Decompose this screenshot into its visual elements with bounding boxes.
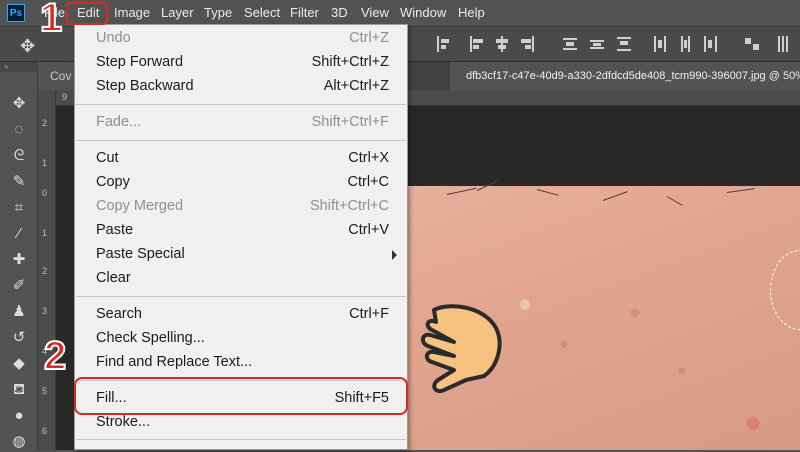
menu-item-paste-special[interactable]: Paste Special: [75, 244, 407, 266]
step-2-label: 2: [43, 333, 67, 379]
healing-brush-icon[interactable]: ✚: [9, 250, 29, 270]
menu-item-undo[interactable]: Undo Ctrl+Z: [75, 28, 407, 50]
brush-icon[interactable]: ✐: [9, 276, 29, 296]
distribute-bottom-icon[interactable]: [617, 36, 631, 52]
ruler-label: 1: [42, 158, 48, 168]
ruler-label: 2: [42, 266, 48, 276]
menu-item-copy[interactable]: Copy Ctrl+C: [75, 172, 407, 194]
menu-item-step-backward[interactable]: Step Backward Alt+Ctrl+Z: [75, 76, 407, 98]
paint-bucket-icon[interactable]: ⛾: [9, 380, 29, 400]
menu-3d[interactable]: 3D: [331, 5, 348, 20]
ruler-label: 6: [42, 426, 48, 436]
distribute-left-icon[interactable]: [652, 36, 666, 52]
edit-menu-highlight: [66, 2, 108, 25]
move-icon[interactable]: ✥: [20, 36, 35, 57]
tools-panel: » ✥ ◌ ᘓ ✎ ⌗ ⁄ ✚ ✐ ♟ ↺ ◆ ⛾ ● ◍: [0, 62, 38, 450]
menu-separator: [76, 439, 406, 440]
lasso-icon[interactable]: ᘓ: [9, 146, 29, 166]
distribute-top-icon[interactable]: [563, 36, 577, 52]
submenu-arrow-icon: [392, 250, 397, 260]
menu-filter[interactable]: Filter: [290, 5, 319, 20]
fill-item-highlight: [74, 377, 408, 415]
menu-item-copy-merged[interactable]: Copy Merged Shift+Ctrl+C: [75, 196, 407, 218]
ruler-label: 1: [42, 228, 48, 238]
distribute-vcenter-icon[interactable]: [590, 36, 604, 52]
pointing-hand-icon: [421, 304, 502, 393]
history-brush-icon[interactable]: ↺: [9, 328, 29, 348]
blur-icon[interactable]: ●: [9, 406, 29, 426]
menu-item-find-replace[interactable]: Find and Replace Text...: [75, 352, 407, 374]
toolbar-collapse-icon[interactable]: »: [0, 62, 38, 72]
menu-item-check-spelling[interactable]: Check Spelling...: [75, 328, 407, 350]
menu-item-cut[interactable]: Cut Ctrl+X: [75, 148, 407, 170]
menu-separator: [76, 104, 406, 105]
clone-stamp-icon[interactable]: ♟: [9, 302, 29, 322]
step-1-label: 1: [39, 0, 63, 41]
ruler-label: 9: [62, 92, 68, 102]
align-right-icon[interactable]: [520, 36, 534, 52]
menu-item-stroke[interactable]: Stroke...: [75, 412, 407, 434]
align-hcenter-icon[interactable]: [495, 36, 509, 52]
crop-icon[interactable]: ⌗: [9, 198, 29, 218]
menu-item-fade[interactable]: Fade... Shift+Ctrl+F: [75, 112, 407, 134]
menu-window[interactable]: Window: [400, 5, 446, 20]
ruler-label: 3: [42, 306, 48, 316]
menu-separator: [76, 140, 406, 141]
distribute-hcenter-icon[interactable]: [678, 36, 692, 52]
eyedropper-icon[interactable]: ⁄: [9, 224, 29, 244]
tab-document-active[interactable]: dfb3cf17-c47e-40d9-a330-2dfdcd5de408_tcm…: [450, 62, 800, 90]
menu-item-step-forward[interactable]: Step Forward Shift+Ctrl+Z: [75, 52, 407, 74]
menu-type[interactable]: Type: [204, 5, 232, 20]
menu-item-clear[interactable]: Clear: [75, 268, 407, 290]
menu-bar: Ps File Edit Image Layer Type Select Fil…: [0, 0, 800, 26]
menu-separator: [76, 296, 406, 297]
menu-item-paste[interactable]: Paste Ctrl+V: [75, 220, 407, 242]
menu-view[interactable]: View: [361, 5, 389, 20]
dodge-icon[interactable]: ◍: [9, 432, 29, 452]
distribute-right-icon[interactable]: [704, 36, 718, 52]
ruler-label: 5: [42, 386, 48, 396]
menu-select[interactable]: Select: [244, 5, 280, 20]
ruler-label: 2: [42, 118, 48, 128]
align-top-icon[interactable]: [437, 36, 451, 52]
ruler-label: 0: [42, 188, 48, 198]
align-left-icon[interactable]: [470, 36, 484, 52]
align-extra-icon[interactable]: [778, 36, 792, 52]
move-tool-icon[interactable]: ✥: [9, 94, 29, 114]
quick-select-icon[interactable]: ✎: [9, 172, 29, 192]
menu-help[interactable]: Help: [458, 5, 485, 20]
eraser-icon[interactable]: ◆: [9, 354, 29, 374]
menu-image[interactable]: Image: [114, 5, 150, 20]
menu-item-search[interactable]: Search Ctrl+F: [75, 304, 407, 326]
marquee-icon[interactable]: ◌: [9, 120, 29, 140]
photoshop-logo[interactable]: Ps: [7, 4, 25, 22]
vertical-ruler: 2 1 0 1 2 3 4 5 6: [38, 90, 56, 450]
menu-layer[interactable]: Layer: [161, 5, 194, 20]
auto-align-icon[interactable]: [745, 36, 759, 52]
